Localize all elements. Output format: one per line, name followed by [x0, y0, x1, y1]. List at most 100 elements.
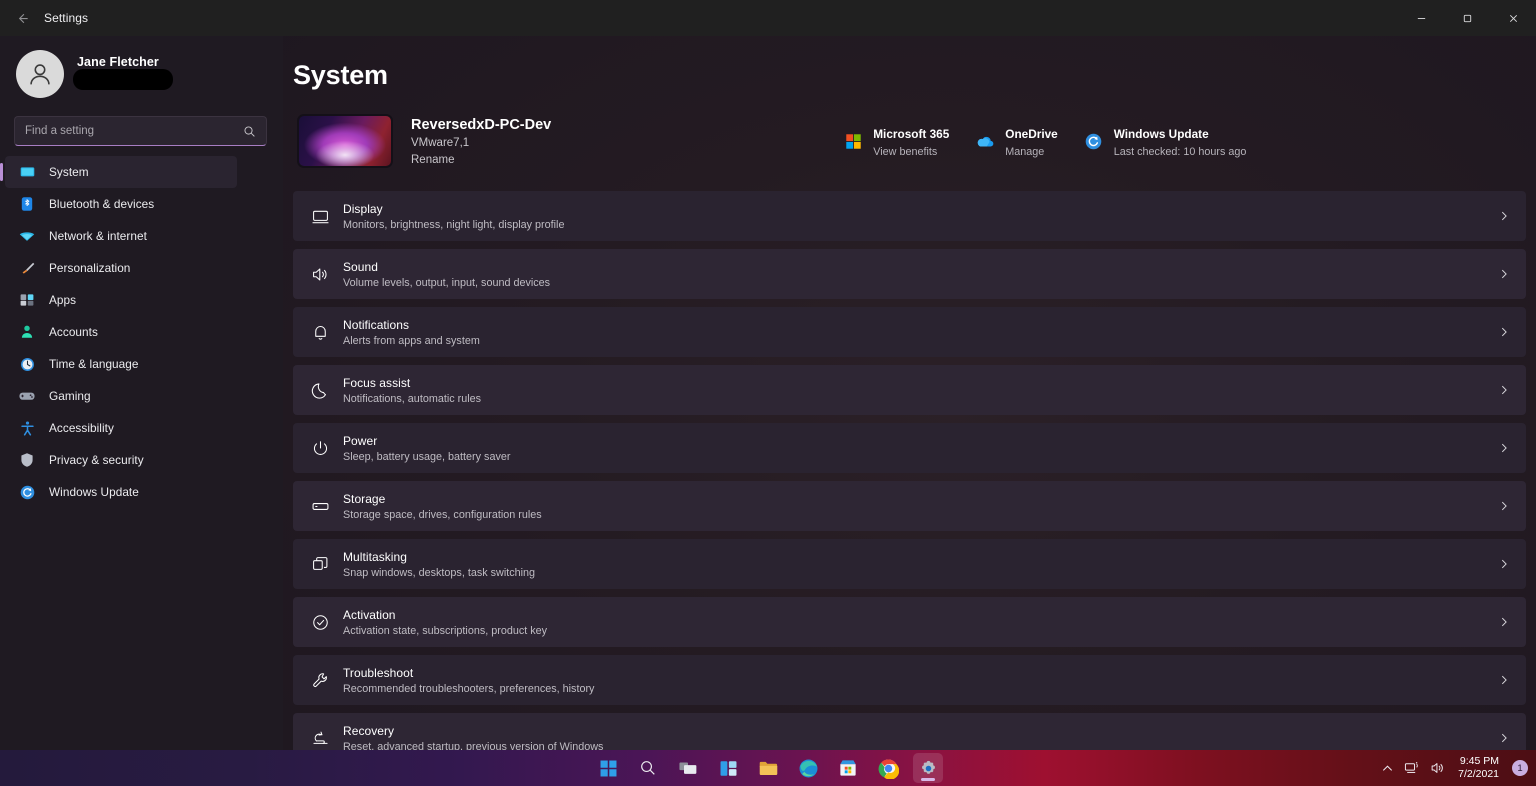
quick-link-title: Windows Update [1113, 126, 1209, 141]
settings-row-recovery[interactable]: Recovery Reset, advanced startup, previo… [293, 713, 1526, 750]
multitasking-windows-icon [307, 555, 333, 574]
network-icon[interactable] [1404, 760, 1420, 776]
chevron-right-icon [1498, 210, 1510, 222]
main-content: System ReversedxD-PC-Dev VMware7,1 Renam… [283, 36, 1536, 750]
back-arrow-icon[interactable] [4, 3, 40, 33]
chevron-right-icon [1498, 500, 1510, 512]
notification-badge[interactable]: 1 [1512, 760, 1528, 776]
chevron-right-icon [1498, 732, 1510, 744]
settings-row-notifications[interactable]: Notifications Alerts from apps and syste… [293, 307, 1526, 357]
sidebar-item-system[interactable]: System [0, 156, 237, 188]
settings-row-text: Notifications Alerts from apps and syste… [343, 318, 480, 347]
sidebar-item-windows-update[interactable]: Windows Update [5, 476, 237, 508]
quick-link-onedrive[interactable]: OneDrive Manage [975, 125, 1058, 158]
avatar [16, 50, 64, 98]
bluetooth-icon [18, 195, 36, 213]
close-button[interactable] [1490, 0, 1536, 36]
sidebar-item-personalization[interactable]: Personalization [5, 252, 237, 284]
sidebar-item-accessibility[interactable]: Accessibility [5, 412, 237, 444]
sidebar-item-apps[interactable]: Apps [5, 284, 237, 316]
user-profile[interactable]: Jane Fletcher 1@gmail.com [0, 40, 283, 98]
title-bar: Settings [0, 0, 1536, 36]
sidebar-item-accounts[interactable]: Accounts [5, 316, 237, 348]
sidebar-item-label: Apps [49, 293, 77, 307]
settings-row-subtitle: Storage space, drives, configuration rul… [343, 508, 542, 521]
settings-row-subtitle: Volume levels, output, input, sound devi… [343, 276, 551, 289]
system-tray: 9:45 PM 7/2/2021 1 [1381, 750, 1528, 786]
settings-icon[interactable] [913, 753, 943, 783]
settings-row-subtitle: Sleep, battery usage, battery saver [343, 450, 511, 463]
recovery-icon [307, 729, 333, 748]
settings-row-subtitle: Activation state, subscriptions, product… [343, 624, 548, 637]
paintbrush-icon [18, 259, 36, 277]
google-chrome-icon[interactable] [873, 753, 903, 783]
update-refresh-icon [18, 483, 36, 501]
widgets-icon[interactable] [713, 753, 743, 783]
settings-row-text: Sound Volume levels, output, input, soun… [343, 260, 550, 289]
search-wrapper [0, 98, 283, 146]
wrench-icon [307, 671, 333, 690]
settings-row-text: Troubleshoot Recommended troubleshooters… [343, 666, 594, 695]
sidebar-item-bluetooth-devices[interactable]: Bluetooth & devices [5, 188, 237, 220]
quick-link-subtitle: View benefits [873, 145, 938, 158]
search-input[interactable] [25, 125, 243, 137]
sidebar-item-label: Gaming [49, 389, 91, 403]
onedrive-cloud-icon [975, 131, 995, 151]
device-header: ReversedxD-PC-Dev VMware7,1 Rename Micro… [297, 113, 1536, 169]
file-explorer-icon[interactable] [753, 753, 783, 783]
quick-link-title: OneDrive [1005, 126, 1058, 141]
apps-grid-icon [18, 291, 36, 309]
settings-row-multitasking[interactable]: Multitasking Snap windows, desktops, tas… [293, 539, 1526, 589]
settings-row-subtitle: Alerts from apps and system [343, 334, 480, 347]
microsoft-logo-icon [843, 131, 863, 151]
update-refresh-icon [1084, 131, 1104, 151]
sidebar-item-label: Time & language [49, 357, 139, 371]
chevron-right-icon [1498, 558, 1510, 570]
settings-window: Settings Jane Fletcher 1@gmail.com [0, 0, 1536, 786]
quick-link-text: OneDrive Manage [1005, 125, 1057, 158]
settings-row-focus-assist[interactable]: Focus assist Notifications, automatic ru… [293, 365, 1526, 415]
sidebar-item-time-language[interactable]: Time & language [5, 348, 237, 380]
search-icon[interactable] [633, 753, 663, 783]
settings-row-troubleshoot[interactable]: Troubleshoot Recommended troubleshooters… [293, 655, 1526, 705]
settings-row-title: Recovery [343, 723, 395, 738]
settings-row-sound[interactable]: Sound Volume levels, output, input, soun… [293, 249, 1526, 299]
minimize-button[interactable] [1398, 0, 1444, 36]
settings-row-text: Storage Storage space, drives, configura… [343, 492, 542, 521]
sidebar-item-privacy-security[interactable]: Privacy & security [5, 444, 237, 476]
quick-link-text: Windows Update Last checked: 10 hours ag… [1114, 125, 1247, 158]
taskbar-icons [593, 753, 943, 783]
clock[interactable]: 9:45 PM 7/2/2021 [1458, 755, 1499, 781]
sidebar-item-label: Accessibility [49, 421, 114, 435]
quick-link-windows-update[interactable]: Windows Update Last checked: 10 hours ag… [1084, 125, 1247, 158]
microsoft-store-icon[interactable] [833, 753, 863, 783]
settings-row-subtitle: Notifications, automatic rules [343, 392, 482, 405]
device-meta: ReversedxD-PC-Dev VMware7,1 Rename [411, 117, 551, 166]
wifi-icon [18, 227, 36, 245]
rename-button[interactable]: Rename [411, 154, 551, 166]
sidebar-item-label: Windows Update [49, 485, 139, 499]
settings-row-storage[interactable]: Storage Storage space, drives, configura… [293, 481, 1526, 531]
sidebar-item-network-internet[interactable]: Network & internet [5, 220, 237, 252]
settings-row-title: Multitasking [343, 549, 407, 564]
microsoft-edge-icon[interactable] [793, 753, 823, 783]
chevron-right-icon [1498, 442, 1510, 454]
sidebar-item-label: Bluetooth & devices [49, 197, 155, 211]
sidebar-item-gaming[interactable]: Gaming [5, 380, 237, 412]
task-view-icon[interactable] [673, 753, 703, 783]
settings-row-display[interactable]: Display Monitors, brightness, night ligh… [293, 191, 1526, 241]
maximize-button[interactable] [1444, 0, 1490, 36]
start-icon[interactable] [593, 753, 623, 783]
settings-row-activation[interactable]: Activation Activation state, subscriptio… [293, 597, 1526, 647]
quick-link-microsoft-365[interactable]: Microsoft 365 View benefits [843, 125, 949, 158]
settings-row-power[interactable]: Power Sleep, battery usage, battery save… [293, 423, 1526, 473]
chevron-up-icon[interactable] [1381, 762, 1394, 775]
settings-row-title: Power [343, 433, 378, 448]
quick-link-subtitle: Manage [1005, 145, 1045, 158]
volume-icon[interactable] [1430, 760, 1446, 776]
search-icon [243, 125, 256, 138]
search-box[interactable] [14, 116, 267, 146]
settings-row-title: Troubleshoot [343, 665, 414, 680]
check-circle-icon [307, 613, 333, 632]
quick-link-subtitle: Last checked: 10 hours ago [1113, 145, 1247, 158]
